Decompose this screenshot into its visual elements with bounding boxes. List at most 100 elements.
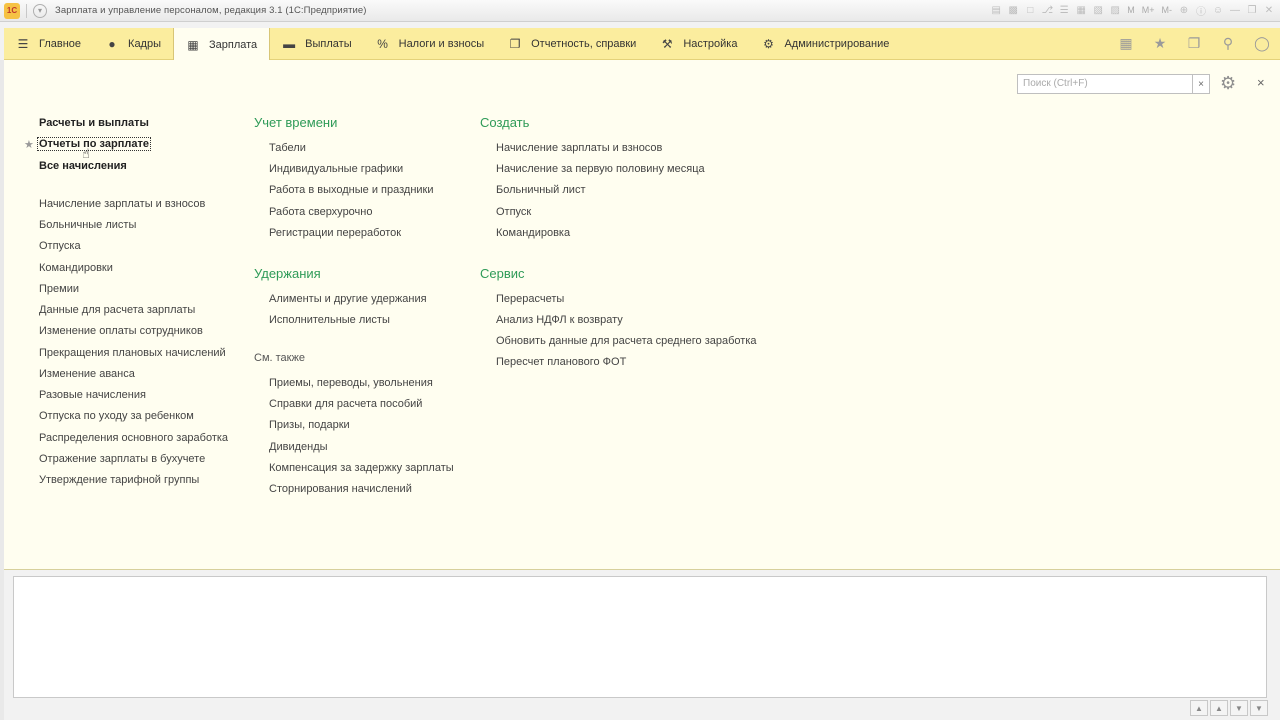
table-icon[interactable]: ▧ <box>1091 3 1105 17</box>
favorites-star-icon[interactable]: ★ <box>1152 35 1168 52</box>
list-item[interactable]: Изменение оплаты сотрудников <box>39 325 203 337</box>
scroll-up-icon[interactable]: ▲ <box>1210 700 1228 716</box>
list-item[interactable]: Распределения основного заработка <box>39 432 228 444</box>
search-clear-button[interactable]: × <box>1193 74 1210 94</box>
print-icon[interactable]: ▩ <box>1006 3 1020 17</box>
people-icon: ● <box>108 36 116 51</box>
list-item[interactable]: Алименты и другие удержания <box>269 293 427 305</box>
section-label: Выплаты <box>305 37 352 50</box>
section-label: Налоги и взносы <box>398 37 485 50</box>
group-heading-time: Учет времени <box>254 115 338 130</box>
nav-item-calculations[interactable]: Расчеты и выплаты <box>39 117 149 129</box>
list-item[interactable]: Индивидуальные графики <box>269 163 403 175</box>
save-icon[interactable]: ▤ <box>989 3 1003 17</box>
list-item[interactable]: Прекращения плановых начислений <box>39 347 226 359</box>
percent-icon: % <box>377 36 388 51</box>
calendar-icon[interactable]: ▦ <box>1074 3 1088 17</box>
list-item[interactable]: Премии <box>39 283 79 295</box>
list-item[interactable]: Изменение аванса <box>39 368 135 380</box>
list-item[interactable]: Исполнительные листы <box>269 314 390 326</box>
history-icon[interactable]: ❐ <box>1186 35 1202 52</box>
help-icon[interactable]: ◯ <box>1254 35 1270 52</box>
scroll-down-icon[interactable]: ▼ <box>1230 700 1248 716</box>
wrench-icon: ⚒ <box>661 36 673 51</box>
maximize-icon[interactable]: ❐ <box>1245 3 1259 17</box>
list-item[interactable]: Работа в выходные и праздники <box>269 184 434 196</box>
list-item[interactable]: Командировка <box>496 227 570 239</box>
list-item[interactable]: Отпуска <box>39 240 81 252</box>
list-item[interactable]: Больничные листы <box>39 219 136 231</box>
user-icon[interactable]: ☺ <box>1211 3 1225 17</box>
group-heading-deductions: Удержания <box>254 266 321 281</box>
list-item[interactable]: Табели <box>269 142 306 154</box>
memory-plus-button[interactable]: M+ <box>1140 3 1157 17</box>
list-item[interactable]: Начисление зарплаты и взносов <box>496 142 662 154</box>
section-main[interactable]: ☰ Главное <box>4 28 93 59</box>
list-item[interactable]: Перерасчеты <box>496 293 564 305</box>
section-label: Отчетность, справки <box>531 37 637 50</box>
minimize-icon[interactable]: — <box>1228 3 1242 17</box>
window-title: Зарплата и управление персоналом, редакц… <box>55 5 367 16</box>
title-toolbar: ▤ ▩ □ ⎇ ☰ ▦ ▧ ▨ M M+ M- ⊕ ⓘ ☺ — ❐ ✕ <box>989 3 1276 18</box>
section-payments[interactable]: ▬ Выплаты <box>270 28 363 59</box>
wallet-icon: ▬ <box>283 36 296 51</box>
calculator-icon: ▦ <box>187 37 199 52</box>
nav-item-salary-reports[interactable]: Отчеты по зарплате <box>37 137 151 151</box>
list-item[interactable]: Пересчет планового ФОТ <box>496 356 626 368</box>
list-item[interactable]: Начисление за первую половину месяца <box>496 163 705 175</box>
search-icon[interactable]: ⚲ <box>1220 35 1236 52</box>
list-item[interactable]: Разовые начисления <box>39 389 146 401</box>
preview-icon[interactable]: □ <box>1023 3 1037 17</box>
section-admin[interactable]: ⚙ Администрирование <box>749 28 901 59</box>
list-item[interactable]: Отпуска по уходу за ребенком <box>39 410 194 422</box>
list-item[interactable]: Командировки <box>39 262 113 274</box>
close-panel-button[interactable]: × <box>1257 75 1265 90</box>
section-settings[interactable]: ⚒ Настройка <box>648 28 749 59</box>
section-reports[interactable]: ❐ Отчетность, справки <box>496 28 648 59</box>
scroll-top-icon[interactable]: ▲ <box>1190 700 1208 716</box>
list-item[interactable]: Дивиденды <box>269 441 328 453</box>
section-salary[interactable]: ▦ Зарплата <box>173 28 271 61</box>
list-item[interactable]: Данные для расчета зарплаты <box>39 304 195 316</box>
memory-button[interactable]: M <box>1125 3 1137 17</box>
app-logo[interactable]: 1С <box>4 2 20 19</box>
list-item[interactable]: Отпуск <box>496 206 531 218</box>
list-item[interactable]: Приемы, переводы, увольнения <box>269 377 433 389</box>
memory-minus-button[interactable]: M- <box>1160 3 1175 17</box>
search-input[interactable]: Поиск (Ctrl+F) <box>1017 74 1193 94</box>
section-label: Настройка <box>683 37 738 50</box>
settings-gear-icon[interactable]: ⚙ <box>1220 73 1236 94</box>
apps-grid-icon[interactable]: ▦ <box>1118 35 1134 52</box>
close-window-icon[interactable]: ✕ <box>1262 3 1276 17</box>
list-item[interactable]: Регистрации переработок <box>269 227 401 239</box>
list-item[interactable]: Сторнирования начислений <box>269 483 412 495</box>
list-item[interactable]: Компенсация за задержку зарплаты <box>269 462 454 474</box>
section-panel: Поиск (Ctrl+F) × ⚙ × Расчеты и выплаты ★… <box>4 60 1280 570</box>
section-label: Главное <box>39 37 82 50</box>
nav-item-all-accruals[interactable]: Все начисления <box>39 160 127 172</box>
list-item[interactable]: Обновить данные для расчета среднего зар… <box>496 335 757 347</box>
group-heading-create: Создать <box>480 115 530 130</box>
calc-icon[interactable]: ▨ <box>1108 3 1122 17</box>
list-item[interactable]: Больничный лист <box>496 184 585 196</box>
list-item[interactable]: Работа сверхурочно <box>269 206 372 218</box>
list-item[interactable]: Отражение зарплаты в бухучете <box>39 453 205 465</box>
section-hr[interactable]: ● Кадры <box>93 28 173 59</box>
main-menu-icon[interactable]: ▾ <box>33 3 47 18</box>
section-taxes[interactable]: % Налоги и взносы <box>364 28 497 59</box>
scroll-bottom-icon[interactable]: ▼ <box>1250 700 1268 716</box>
list-item[interactable]: Призы, подарки <box>269 419 350 431</box>
list-item[interactable]: Утверждение тарифной группы <box>39 474 199 486</box>
work-area <box>13 576 1267 698</box>
group-heading-service: Сервис <box>480 266 525 281</box>
documents-icon: ❐ <box>509 36 521 51</box>
list-item[interactable]: Анализ НДФЛ к возврату <box>496 314 623 326</box>
info-icon[interactable]: ⓘ <box>1194 3 1208 18</box>
list-item[interactable]: Справки для расчета пособий <box>269 398 422 410</box>
attach-icon[interactable]: ⎇ <box>1040 3 1054 17</box>
favorite-star-icon[interactable]: ★ <box>24 138 34 151</box>
section-label: Кадры <box>128 37 161 50</box>
list-icon[interactable]: ☰ <box>1057 3 1071 17</box>
zoom-icon[interactable]: ⊕ <box>1177 3 1191 17</box>
list-item[interactable]: Начисление зарплаты и взносов <box>39 198 205 210</box>
